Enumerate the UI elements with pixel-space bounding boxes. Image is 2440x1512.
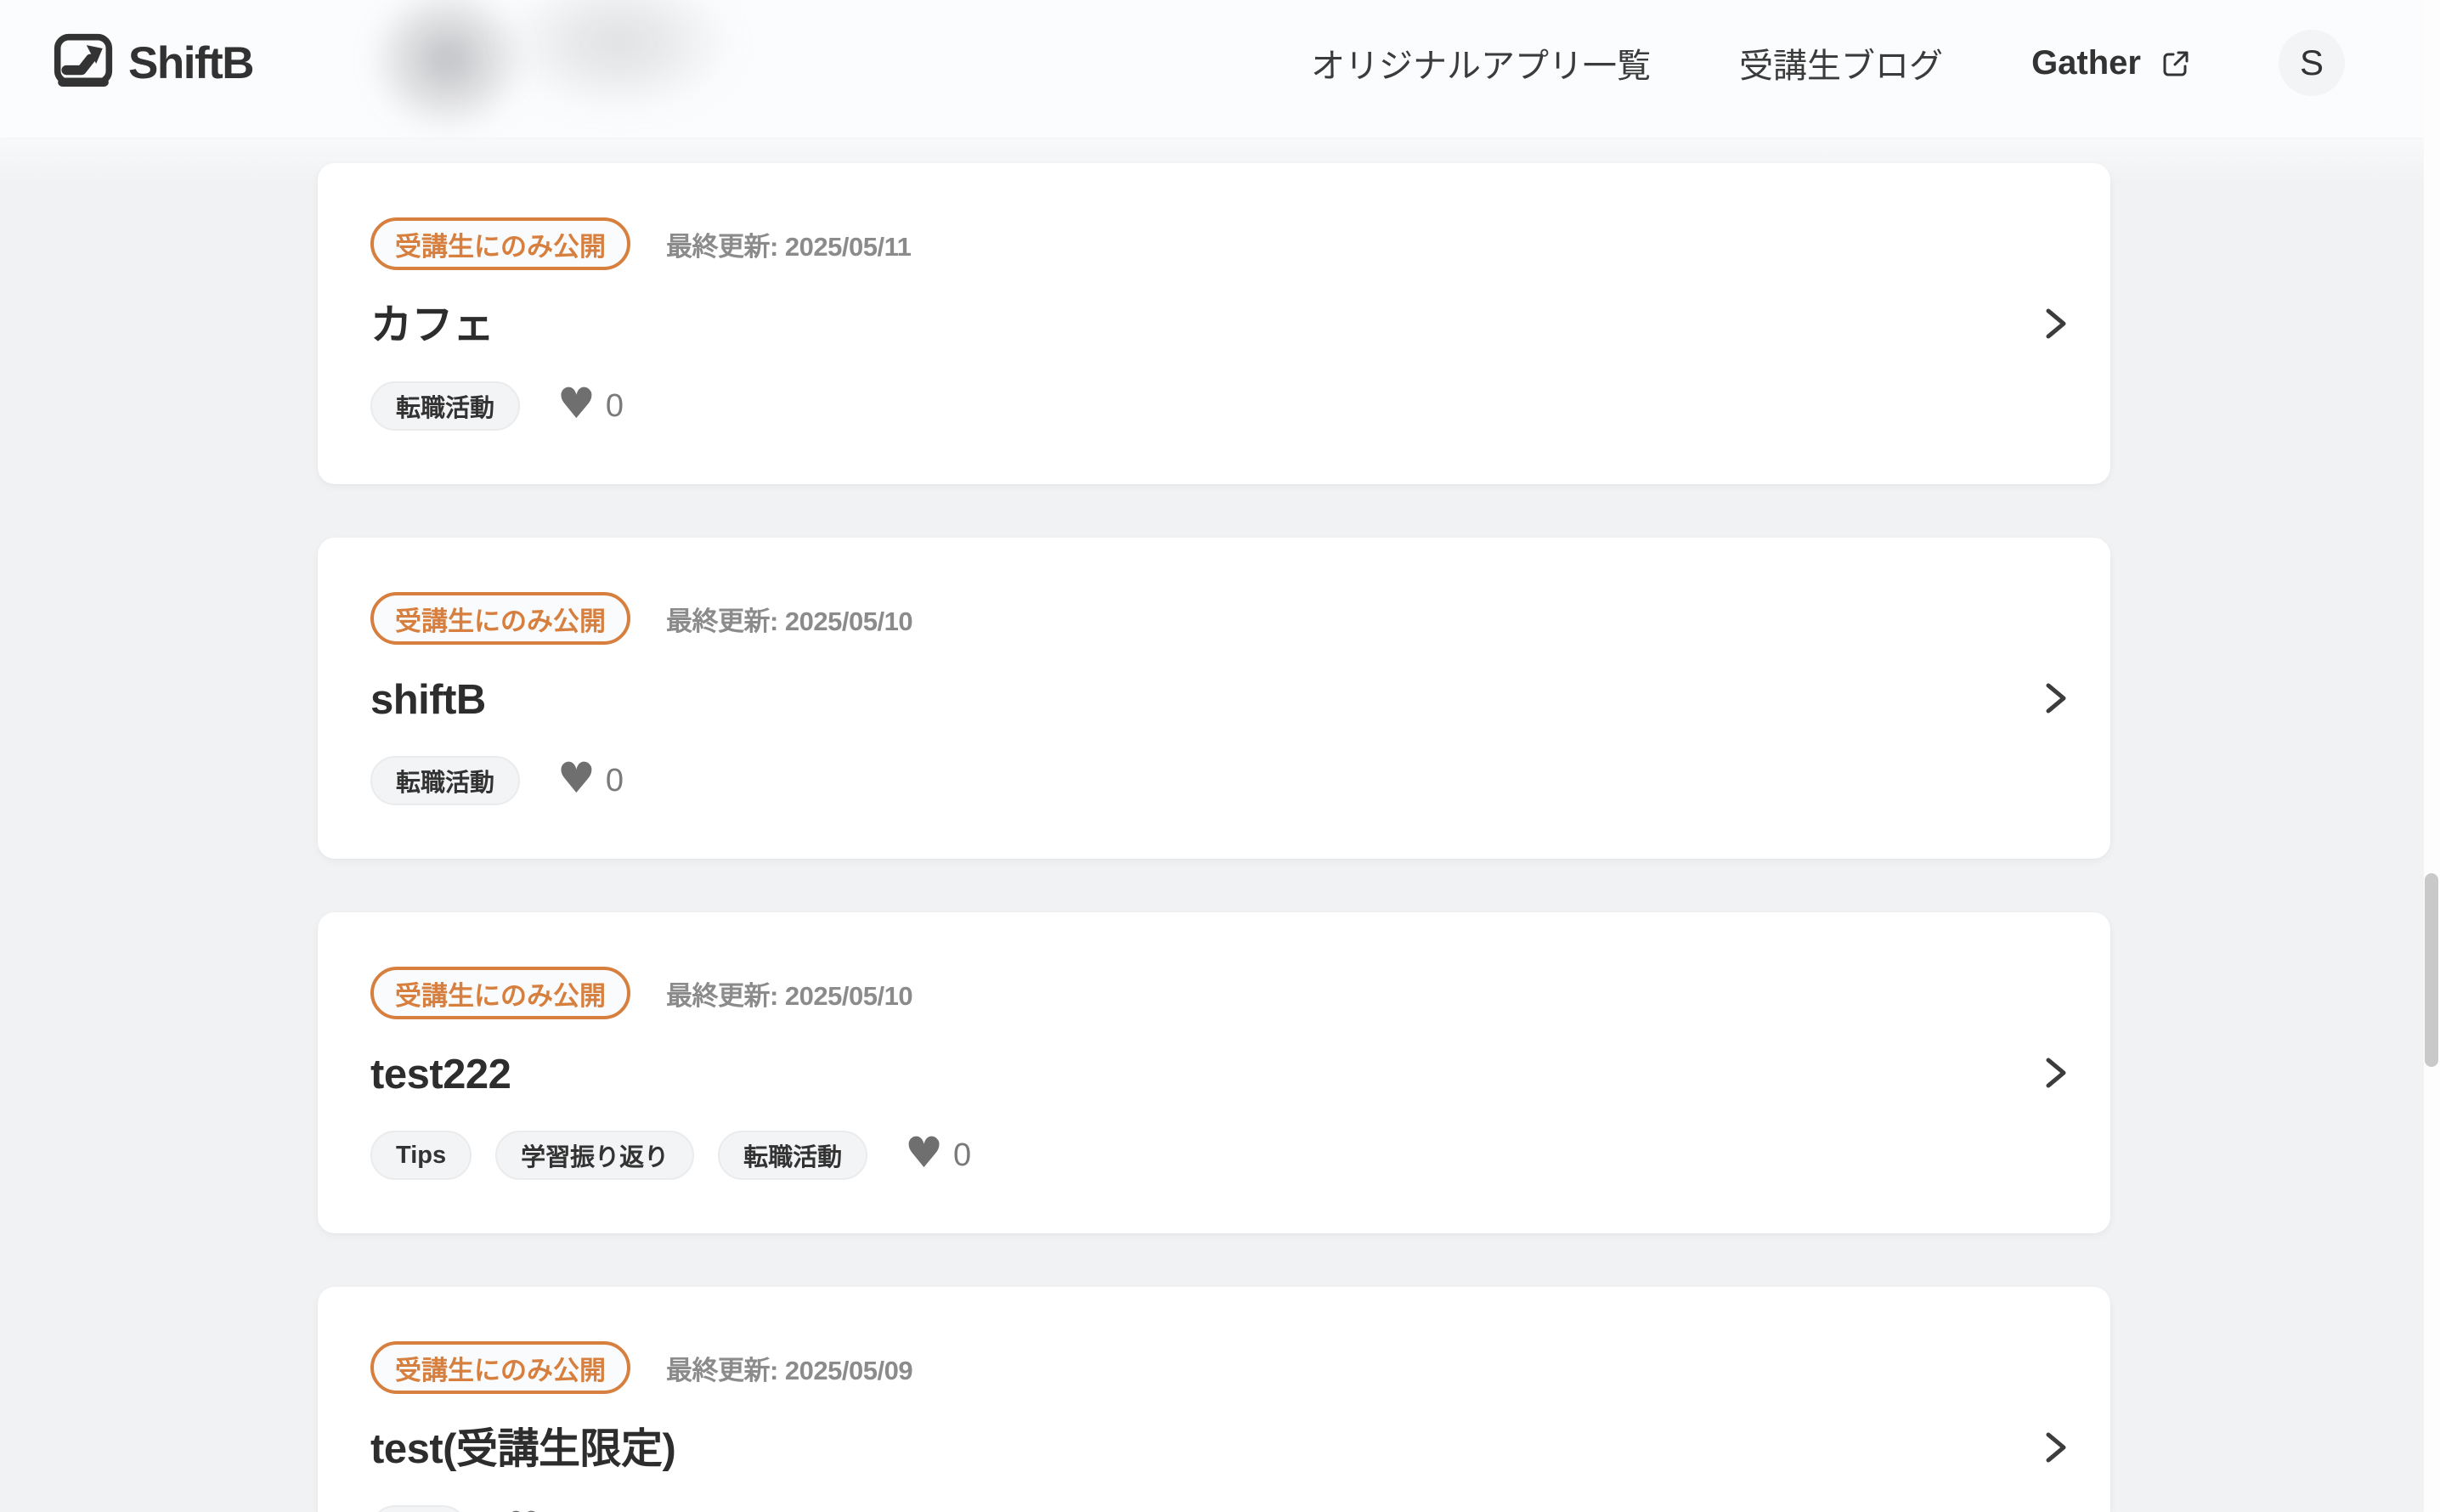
scrollbar-thumb[interactable] bbox=[2425, 873, 2438, 1067]
post-tag: Tips bbox=[370, 1131, 472, 1181]
header-blur-artifact bbox=[367, 0, 528, 133]
post-card-footer: 転職活動 ♥ 0 bbox=[370, 753, 2008, 806]
like-count: 0 bbox=[605, 387, 624, 424]
post-tag: 学習振り返り bbox=[495, 1131, 695, 1181]
visibility-badge: 受講生にのみ公開 bbox=[370, 217, 630, 270]
tag-list: Tips 学習振り返り 転職活動 bbox=[370, 1131, 868, 1181]
nav-gather-link[interactable]: Gather bbox=[2031, 44, 2190, 82]
header-blur-artifact bbox=[500, 0, 737, 115]
post-card-header: 受講生にのみ公開 最終更新: 2025/05/11 bbox=[370, 217, 2008, 270]
last-updated-text: 最終更新: 2025/05/10 bbox=[666, 606, 913, 636]
chevron-right-icon[interactable] bbox=[2042, 680, 2070, 716]
post-title: test(受講生限定) bbox=[370, 1426, 676, 1472]
brand-name: ShiftB bbox=[128, 37, 255, 88]
header-nav: オリジナルアプリ一覧 受講生ブログ Gather S bbox=[1311, 30, 2345, 96]
external-link-icon bbox=[2161, 48, 2190, 77]
shiftb-logo-icon bbox=[53, 32, 114, 93]
post-title: test222 bbox=[370, 1052, 511, 1097]
scrollbar-track[interactable] bbox=[2424, 0, 2440, 1512]
post-title: shiftB bbox=[370, 677, 486, 723]
heart-icon: ♥ bbox=[505, 1506, 543, 1512]
last-updated-text: 最終更新: 2025/05/10 bbox=[666, 980, 913, 1011]
like-counter: ♥ 0 bbox=[557, 753, 624, 804]
chevron-right-icon[interactable] bbox=[2042, 306, 2070, 341]
heart-icon: ♥ bbox=[905, 1128, 943, 1178]
post-card[interactable]: 受講生にのみ公開 最終更新: 2025/05/10 test222 Tips 学習… bbox=[318, 912, 2110, 1233]
heart-icon: ♥ bbox=[557, 753, 596, 804]
brand-logo[interactable]: ShiftB bbox=[53, 32, 255, 93]
visibility-badge: 受講生にのみ公開 bbox=[370, 592, 630, 645]
like-counter: ♥ 0 bbox=[905, 1128, 972, 1178]
post-card-footer: Tips 学習振り返り 転職活動 ♥ 0 bbox=[370, 1128, 2008, 1181]
post-list: 受講生にのみ公開 最終更新: 2025/05/11 カフェ 転職活動 ♥ 0 受… bbox=[318, 163, 2110, 1512]
post-card-footer: 転職活動 ♥ 0 bbox=[370, 379, 2008, 432]
last-updated-text: 最終更新: 2025/05/11 bbox=[666, 231, 912, 262]
post-tag: 転職活動 bbox=[718, 1131, 868, 1181]
last-updated-text: 最終更新: 2025/05/09 bbox=[666, 1355, 913, 1385]
visibility-badge: 受講生にのみ公開 bbox=[370, 967, 630, 1019]
post-card-header: 受講生にのみ公開 最終更新: 2025/05/10 bbox=[370, 592, 2008, 645]
post-card[interactable]: 受講生にのみ公開 最終更新: 2025/05/10 shiftB 転職活動 ♥ … bbox=[318, 538, 2110, 859]
post-card-header: 受講生にのみ公開 最終更新: 2025/05/10 bbox=[370, 967, 2008, 1019]
like-count: 0 bbox=[952, 1137, 972, 1173]
chevron-right-icon[interactable] bbox=[2042, 1055, 2070, 1091]
post-card[interactable]: 受講生にのみ公開 最終更新: 2025/05/11 カフェ 転職活動 ♥ 0 bbox=[318, 163, 2110, 484]
chevron-right-icon[interactable] bbox=[2042, 1430, 2070, 1465]
heart-icon: ♥ bbox=[557, 379, 596, 429]
post-card[interactable]: 受講生にのみ公開 最終更新: 2025/05/09 test(受講生限定) ♥ … bbox=[318, 1287, 2110, 1512]
visibility-badge: 受講生にのみ公開 bbox=[370, 1341, 630, 1394]
avatar-initial: S bbox=[2299, 42, 2324, 82]
like-counter: ♥ 0 bbox=[505, 1506, 571, 1512]
nav-gather-label: Gather bbox=[2031, 43, 2141, 82]
post-tag: 転職活動 bbox=[370, 381, 521, 432]
user-avatar[interactable]: S bbox=[2279, 30, 2345, 96]
post-title: カフェ bbox=[370, 302, 494, 348]
post-tag: 転職活動 bbox=[370, 756, 521, 806]
nav-original-app-list[interactable]: オリジナルアプリ一覧 bbox=[1311, 38, 1651, 87]
like-counter: ♥ 0 bbox=[557, 379, 624, 429]
post-tag bbox=[370, 1505, 467, 1512]
app-header: ShiftB オリジナルアプリ一覧 受講生ブログ Gather S bbox=[0, 0, 2440, 138]
tag-list: 転職活動 bbox=[370, 756, 521, 806]
nav-student-blog[interactable]: 受講生ブログ bbox=[1739, 38, 1943, 87]
tag-list bbox=[370, 1505, 467, 1512]
post-card-footer: ♥ 0 bbox=[370, 1505, 2008, 1512]
like-count: 0 bbox=[605, 762, 624, 798]
tag-list: 転職活動 bbox=[370, 381, 521, 432]
post-card-header: 受講生にのみ公開 最終更新: 2025/05/09 bbox=[370, 1341, 2008, 1394]
